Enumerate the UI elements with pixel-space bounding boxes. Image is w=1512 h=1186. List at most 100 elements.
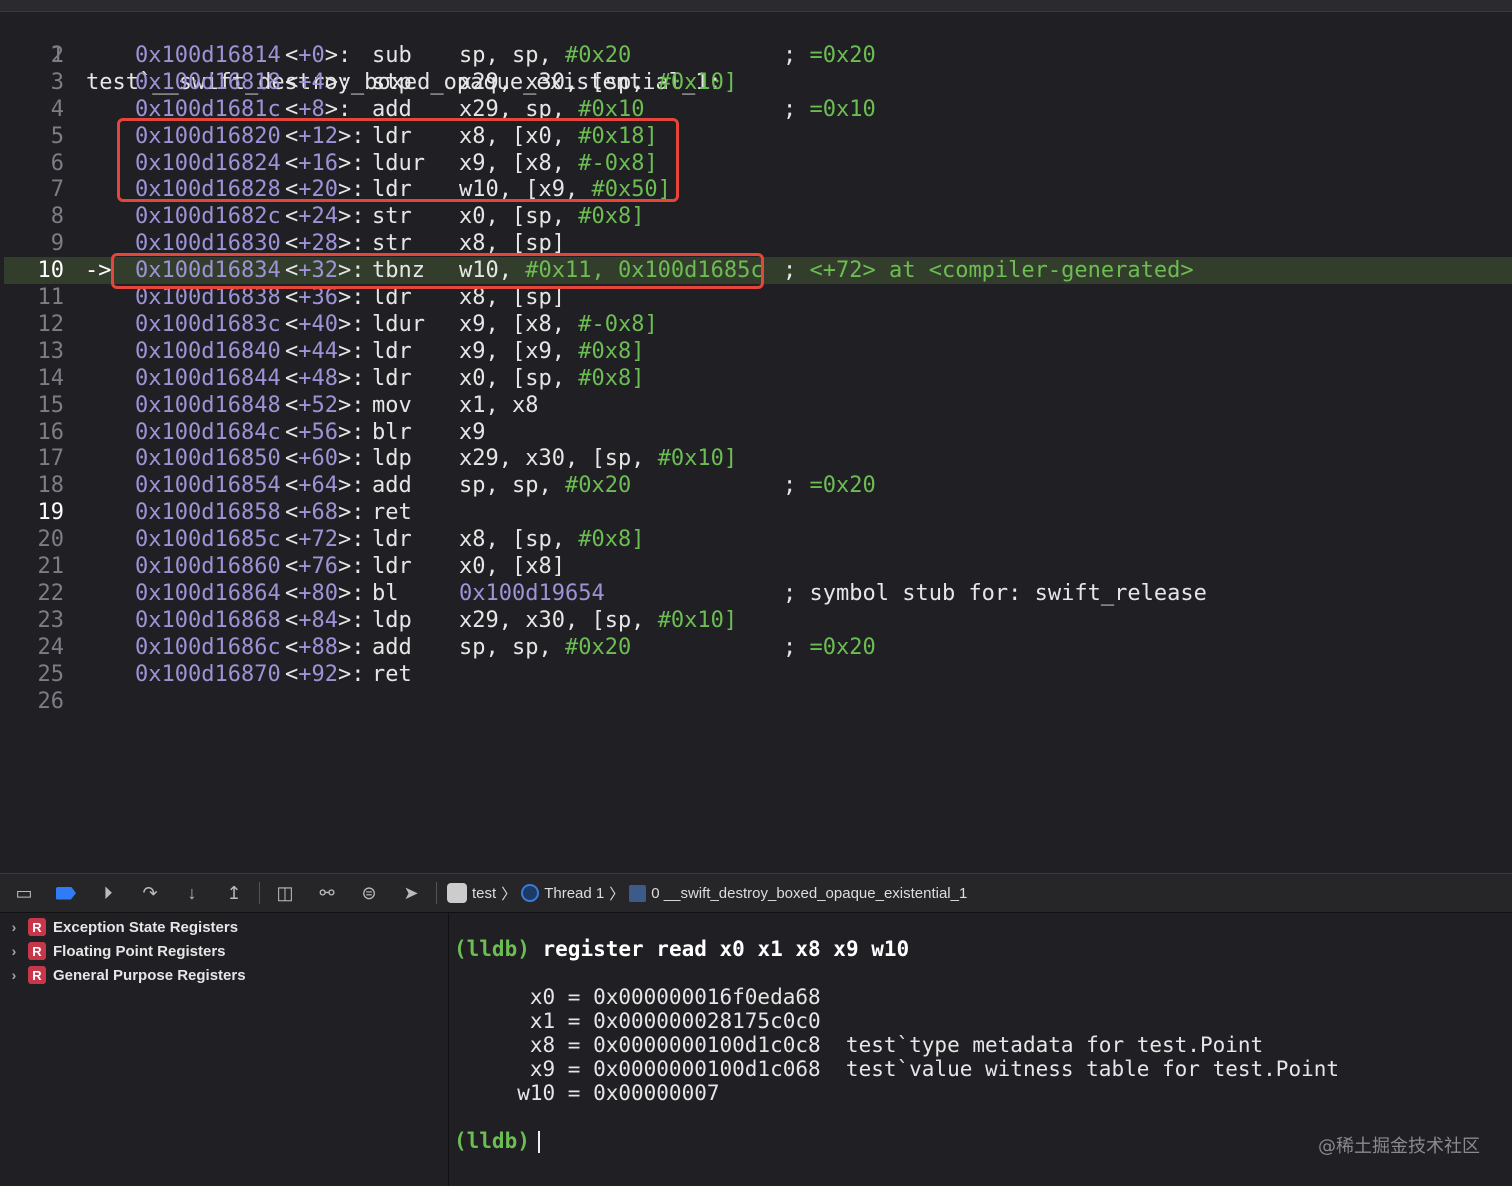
offset-value: +68: [298, 500, 338, 526]
offset-value: +64: [298, 473, 338, 499]
mnemonic: stp: [372, 69, 412, 95]
instruction-offset: <+76>:: [285, 554, 365, 579]
instruction-row[interactable]: 17 0x100d16850 <+60>: ldp x29, x30, [sp, #0x…: [4, 445, 1512, 472]
line-number: 22: [37, 580, 65, 606]
line-number: 23: [37, 607, 65, 633]
operand-segment: x9, [x8,: [459, 311, 579, 337]
memory-graph-icon[interactable]: ⚯: [313, 881, 341, 905]
instruction-offset: <+48>:: [285, 365, 365, 391]
mnemonic: ldr: [372, 338, 412, 364]
thread-icon: [521, 884, 540, 902]
instruction-row[interactable]: 25 0x100d16870 <+92>: ret: [4, 661, 1512, 688]
instruction-row[interactable]: 22 0x100d16864 <+80>: bl 0x100d19654 ; symbol…: [4, 580, 1512, 607]
instruction-address: 0x100d16848: [135, 392, 281, 418]
operands: x8, [sp, #0x8]: [459, 526, 644, 553]
operand-segment: #0x8]: [578, 338, 645, 364]
instruction-row[interactable]: 2 0x100d16814 <+0>: sub sp, sp, #0x20 ; =0x20: [4, 42, 1512, 69]
operand-segment: x9: [459, 419, 486, 445]
operands: sp, sp, #0x20: [459, 42, 631, 69]
offset-value: +72: [298, 527, 338, 553]
instruction-address: 0x100d16850: [135, 446, 281, 472]
console-command-line: (lldb) register read x0 x1 x8 x9 w10: [454, 937, 1512, 961]
disclosure-chevron-icon[interactable]: ›: [0, 943, 28, 959]
operands: x0, [sp, #0x8]: [459, 203, 644, 230]
divider: [259, 882, 260, 904]
stack-frame-icon: [629, 884, 647, 902]
instruction-address: 0x100d16868: [135, 607, 281, 633]
step-over-icon[interactable]: ↷: [136, 881, 164, 905]
register-group[interactable]: › R General Purpose Registers: [0, 963, 448, 987]
operand-segment: #0x10]: [657, 446, 738, 472]
instruction-row[interactable]: 21 0x100d16860 <+76>: ldr x0, [x8]: [4, 553, 1512, 580]
operands: x9, [x9, #0x8]: [459, 338, 644, 365]
hide-debug-area-icon[interactable]: ▭: [10, 881, 38, 905]
instruction-address: 0x100d16858: [135, 500, 281, 526]
mnemonic: ldr: [372, 365, 412, 391]
empty-line: 26: [4, 688, 1512, 715]
instruction-row[interactable]: 13 0x100d16840 <+44>: ldr x9, [x9, #0x8]: [4, 338, 1512, 365]
instruction-row[interactable]: 23 0x100d16868 <+84>: ldp x29, x30, [sp, #0x…: [4, 607, 1512, 634]
line-number: 20: [37, 527, 65, 553]
disclosure-chevron-icon[interactable]: ›: [0, 967, 28, 983]
comment: ; =0x20: [783, 473, 876, 499]
instruction-row[interactable]: 18 0x100d16854 <+64>: add sp, sp, #0x20 ; =0x…: [4, 472, 1512, 499]
variables-view: › R Exception State Registers › R Floating Po…: [0, 913, 449, 1186]
line-number: 26: [37, 688, 65, 714]
instruction-row[interactable]: 20 0x100d1685c <+72>: ldr x8, [sp, #0x8]: [4, 526, 1512, 553]
instruction-address: 0x100d16814: [135, 42, 281, 68]
breadcrumb-target[interactable]: test: [472, 885, 496, 902]
environment-overrides-icon[interactable]: ⊜: [355, 881, 383, 905]
operand-segment: x29, x30, [sp,: [459, 607, 658, 633]
chevron-right-icon: 〉: [609, 885, 625, 903]
line-number: 24: [37, 634, 65, 660]
operand-segment: x0, [sp,: [459, 204, 579, 230]
instruction-row[interactable]: 12 0x100d1683c <+40>: ldur x9, [x8, #-0x8]: [4, 311, 1512, 338]
line-number: 13: [37, 338, 65, 364]
instruction-offset: <+4>:: [285, 69, 352, 95]
instruction-row[interactable]: 8 0x100d1682c <+24>: str x0, [sp, #0x8]: [4, 203, 1512, 230]
instruction-offset: <+64>:: [285, 473, 365, 499]
operands: x29, x30, [sp, #0x10]: [459, 69, 737, 96]
offset-value: +52: [298, 392, 338, 418]
instruction-row[interactable]: 16 0x100d1684c <+56>: blr x9: [4, 419, 1512, 446]
instruction-offset: <+84>:: [285, 607, 365, 633]
debug-breadcrumb: test 〉 Thread 1 〉 0 __swift_destroy_boxe…: [447, 883, 967, 904]
console-output-line: x8 = 0x0000000100d1c0c8 test`type metada…: [454, 1033, 1264, 1057]
breadcrumb-thread[interactable]: Thread 1: [544, 885, 604, 902]
instruction-address: 0x100d16844: [135, 365, 281, 391]
register-badge-icon: R: [28, 966, 46, 984]
offset-value: +88: [298, 634, 338, 660]
comment: ; =0x20: [783, 42, 876, 68]
breadcrumb-frame[interactable]: 0 __swift_destroy_boxed_opaque_existenti…: [651, 885, 967, 902]
continue-icon[interactable]: ⏵: [94, 881, 122, 905]
program-counter-arrow: ->: [85, 258, 112, 284]
disclosure-chevron-icon[interactable]: ›: [0, 919, 28, 935]
console-output-line: w10 = 0x00000007: [454, 1081, 720, 1105]
register-group[interactable]: › R Floating Point Registers: [0, 939, 448, 963]
instruction-offset: <+80>:: [285, 580, 365, 606]
breakpoints-toggle-icon[interactable]: [52, 881, 80, 905]
instruction-offset: <+0>:: [285, 42, 352, 68]
operand-segment: x9, [x9,: [459, 338, 579, 364]
step-into-icon[interactable]: ↓: [178, 881, 206, 905]
instruction-row[interactable]: 24 0x100d1686c <+88>: add sp, sp, #0x20 ; =0x…: [4, 634, 1512, 661]
view-hierarchy-icon[interactable]: ◫: [271, 881, 299, 905]
line-number: 3: [50, 69, 64, 95]
simulate-location-icon[interactable]: ➤: [397, 881, 425, 905]
line-number: 25: [37, 661, 65, 687]
operand-segment: #0x10]: [657, 607, 738, 633]
highlight-box-tbnz-instruction: [111, 253, 764, 289]
instruction-row[interactable]: 14 0x100d16844 <+48>: ldr x0, [sp, #0x8]: [4, 365, 1512, 392]
operands: sp, sp, #0x20: [459, 472, 631, 499]
operand-segment: #0x8]: [578, 527, 645, 553]
instruction-row[interactable]: 15 0x100d16848 <+52>: mov x1, x8: [4, 392, 1512, 419]
step-out-icon[interactable]: ↥: [220, 881, 248, 905]
offset-value: +4: [298, 69, 325, 95]
register-group[interactable]: › R Exception State Registers: [0, 915, 448, 939]
instruction-row[interactable]: 19 0x100d16858 <+68>: ret: [4, 499, 1512, 526]
instruction-row[interactable]: 3 0x100d16818 <+4>: stp x29, x30, [sp, #0x10…: [4, 69, 1512, 96]
operands: x29, x30, [sp, #0x10]: [459, 445, 737, 472]
operands: x9: [459, 419, 486, 446]
offset-value: +48: [298, 365, 338, 391]
offset-value: +60: [298, 446, 338, 472]
